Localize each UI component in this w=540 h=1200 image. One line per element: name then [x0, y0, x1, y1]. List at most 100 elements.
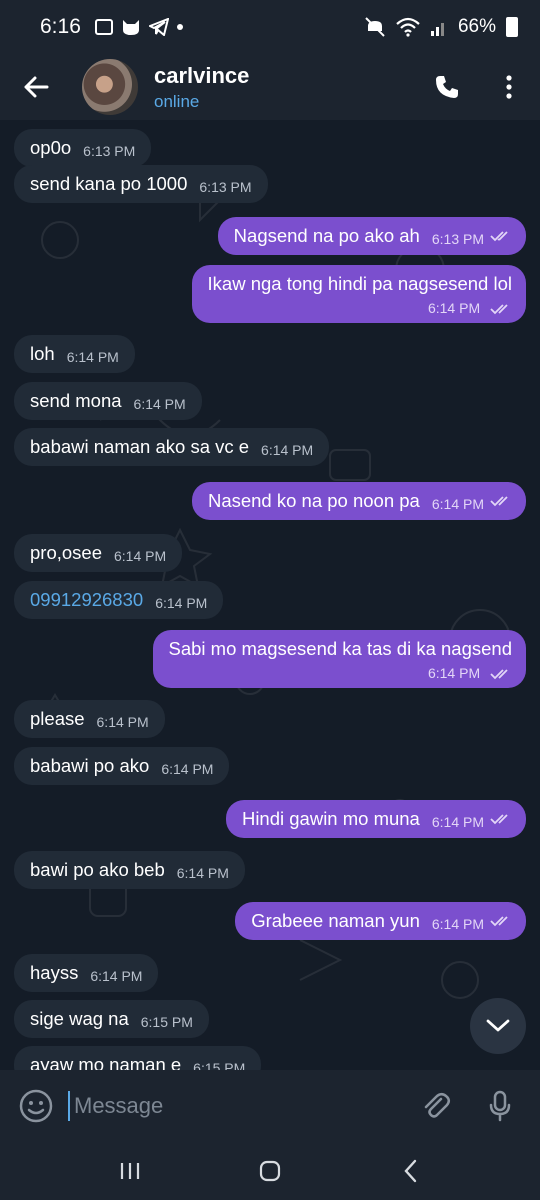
online-status: online: [154, 91, 200, 111]
system-nav-bar: [0, 1142, 540, 1200]
wifi-icon: [396, 17, 420, 37]
message-text: sige wag na: [30, 1008, 129, 1029]
message-outgoing[interactable]: Sabi mo magsesend ka tas di ka nagsend 6…: [152, 630, 526, 688]
message-input[interactable]: [68, 1091, 394, 1121]
message-outgoing[interactable]: Nagsend na po ako ah 6:13 PM: [217, 217, 526, 255]
recents-icon: [120, 1163, 140, 1179]
message-incoming[interactable]: sige wag na 6:15 PM: [14, 1000, 209, 1038]
double-check-icon: [490, 669, 508, 680]
chevron-down-icon: [486, 1019, 510, 1032]
message-incoming[interactable]: bawi po ako beb 6:14 PM: [14, 851, 245, 889]
status-bar: 6:16 66%: [0, 0, 540, 54]
call-button[interactable]: [416, 54, 478, 120]
more-notifications-dot: [176, 24, 183, 30]
scroll-down-button[interactable]: [470, 998, 526, 1054]
battery-percent: 66%: [457, 16, 496, 37]
cat-icon: [122, 20, 139, 35]
double-check-icon: [490, 304, 508, 315]
message-time: 6:14 PM: [133, 396, 186, 412]
double-check-icon: [490, 231, 508, 242]
message-text: Hindi gawin mo muna: [241, 808, 420, 829]
message-text: bawi po ako beb: [30, 859, 165, 880]
dots-vertical-icon: [506, 75, 512, 99]
double-check-icon: [490, 814, 508, 825]
paperclip-icon: [424, 1093, 450, 1118]
message-outgoing[interactable]: Ikaw nga tong hindi pa nagsesend lol 6:1…: [191, 265, 526, 323]
message-time: 6:14 PM: [431, 496, 484, 512]
message-time: 6:14 PM: [114, 548, 167, 564]
message-incoming[interactable]: babawi naman ako sa vc e 6:14 PM: [14, 428, 330, 466]
message-list[interactable]: op0o 6:13 PM send kana po 1000 6:13 PM N…: [0, 120, 540, 1070]
microphone-icon: [489, 1090, 511, 1122]
message-incoming[interactable]: send kana po 1000 6:13 PM: [14, 165, 268, 203]
message-time: 6:14 PM: [431, 916, 484, 932]
message-outgoing[interactable]: Nasend ko na po noon pa 6:14 PM: [191, 482, 526, 520]
message-time: 6:13 PM: [83, 143, 136, 159]
voice-record-button[interactable]: [478, 1084, 522, 1128]
battery-icon: [506, 17, 518, 37]
message-time: 6:14 PM: [155, 595, 208, 611]
more-menu-button[interactable]: [478, 54, 540, 120]
recent-apps-button[interactable]: [100, 1151, 160, 1191]
message-text: loh: [30, 343, 55, 364]
message-text: pro,osee: [30, 542, 102, 563]
message-incoming[interactable]: send mona 6:14 PM: [14, 382, 202, 420]
telegram-icon: [148, 18, 169, 36]
message-incoming[interactable]: hayss 6:14 PM: [14, 954, 159, 992]
message-time: 6:14 PM: [176, 865, 229, 881]
message-time: 6:15 PM: [140, 1014, 193, 1030]
message-incoming[interactable]: ayaw mo naman e 6:15 PM: [14, 1046, 262, 1070]
message-text: Ikaw nga tong hindi pa nagsesend lol: [207, 273, 512, 294]
message-text: Nagsend na po ako ah: [233, 225, 420, 246]
message-time: 6:14 PM: [96, 714, 149, 730]
phone-number-link[interactable]: 09912926830: [30, 589, 143, 611]
message-outgoing[interactable]: Hindi gawin mo muna 6:14 PM: [225, 800, 526, 838]
message-time: 6:14 PM: [161, 761, 214, 777]
message-incoming[interactable]: please 6:14 PM: [14, 700, 165, 738]
double-check-icon: [490, 496, 508, 507]
home-icon: [259, 1160, 281, 1182]
message-time: 6:14 PM: [66, 349, 119, 365]
message-text: babawi naman ako sa vc e: [30, 436, 250, 457]
chat-title[interactable]: carlvince online: [154, 63, 249, 112]
signal-icon: [430, 23, 444, 36]
message-time: 6:15 PM: [193, 1060, 246, 1070]
gallery-icon: [94, 19, 113, 35]
attach-button[interactable]: [414, 1084, 458, 1128]
message-time: 6:14 PM: [427, 300, 481, 316]
message-text: ayaw mo naman e: [30, 1054, 182, 1070]
mute-icon: [365, 17, 385, 37]
message-text: send kana po 1000: [30, 173, 188, 194]
message-time: 6:14 PM: [431, 814, 484, 830]
chevron-left-icon: [404, 1159, 417, 1183]
message-time: 6:13 PM: [199, 179, 252, 195]
message-text: please: [30, 708, 85, 729]
message-text: Sabi mo magsesend ka tas di ka nagsend: [168, 638, 513, 659]
message-text: send mona: [30, 390, 122, 411]
message-time: 6:14 PM: [427, 665, 481, 681]
emoji-icon[interactable]: [18, 1088, 54, 1124]
message-text: Grabeee naman yun: [251, 910, 420, 931]
message-incoming[interactable]: babawi po ako 6:14 PM: [14, 747, 230, 785]
message-incoming[interactable]: loh 6:14 PM: [14, 335, 135, 373]
home-button[interactable]: [240, 1151, 300, 1191]
message-incoming[interactable]: 09912926830 6:14 PM: [14, 581, 224, 619]
message-time: 6:14 PM: [261, 442, 314, 458]
double-check-icon: [490, 916, 508, 927]
phone-icon: [436, 76, 458, 98]
message-text: hayss: [30, 962, 79, 983]
system-back-button[interactable]: [380, 1151, 440, 1191]
message-outgoing[interactable]: Grabeee naman yun 6:14 PM: [235, 902, 526, 940]
message-incoming[interactable]: pro,osee 6:14 PM: [14, 534, 183, 572]
back-button[interactable]: [0, 54, 72, 120]
message-text: Nasend ko na po noon pa: [207, 490, 420, 511]
message-incoming[interactable]: op0o 6:13 PM: [14, 129, 152, 167]
avatar[interactable]: [82, 59, 138, 115]
message-text: op0o: [30, 137, 72, 158]
chat-header: carlvince online: [0, 54, 540, 120]
message-text: babawi po ako: [30, 755, 150, 776]
message-time: 6:14 PM: [90, 968, 143, 984]
contact-name: carlvince: [154, 62, 250, 88]
notification-icons: [94, 18, 183, 36]
status-time: 6:16: [40, 15, 81, 38]
